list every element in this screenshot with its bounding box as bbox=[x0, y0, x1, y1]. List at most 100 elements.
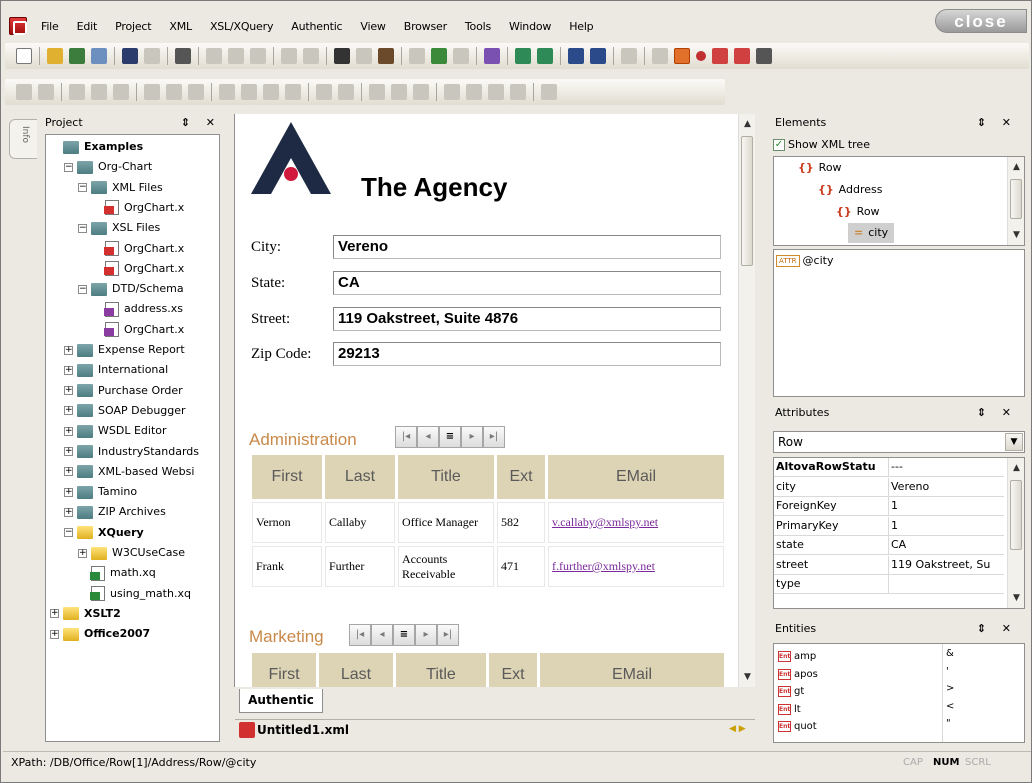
dock-icon[interactable] bbox=[756, 48, 772, 64]
insert-column-icon[interactable] bbox=[219, 84, 235, 100]
tree-item[interactable]: + Purchase Order bbox=[64, 381, 183, 401]
collapse-icon[interactable]: − bbox=[64, 528, 73, 538]
menu-file[interactable]: File bbox=[41, 18, 59, 35]
last-record-icon[interactable]: ▸| bbox=[483, 426, 505, 448]
find-icon[interactable] bbox=[334, 48, 350, 64]
check-wellformed-icon[interactable] bbox=[431, 48, 447, 64]
tree-item[interactable]: + WSDL Editor bbox=[64, 421, 167, 441]
menu-window[interactable]: Window bbox=[509, 18, 551, 35]
menu-browser[interactable]: Browser bbox=[404, 18, 447, 35]
expand-icon[interactable]: + bbox=[64, 487, 73, 497]
tree-item[interactable]: + IndustryStandards bbox=[64, 442, 199, 462]
small-markup-icon[interactable] bbox=[696, 51, 706, 61]
cell-email-link[interactable]: v.callaby@xmlspy.net bbox=[548, 502, 724, 543]
cell-title[interactable]: Office Manager bbox=[398, 502, 494, 543]
show-xml-tree-option[interactable]: ✓ Show XML tree bbox=[773, 138, 870, 151]
first-record-icon[interactable]: |◂ bbox=[349, 624, 371, 646]
transform-icon[interactable] bbox=[515, 48, 531, 64]
cut-icon[interactable] bbox=[206, 48, 222, 64]
prev-record-icon[interactable]: ◂ bbox=[371, 624, 393, 646]
output-window-icon[interactable] bbox=[590, 48, 606, 64]
cell-title[interactable]: Accounts Receivable bbox=[398, 546, 494, 587]
tree-item[interactable]: + Expense Report bbox=[64, 340, 185, 360]
tree-item[interactable]: OrgChart.x bbox=[92, 239, 184, 259]
insert-table-icon[interactable] bbox=[166, 84, 182, 100]
tree-node-address[interactable]: {} Address bbox=[818, 180, 882, 200]
move-row-down-icon[interactable] bbox=[113, 84, 129, 100]
tree-item[interactable]: address.xs bbox=[92, 299, 183, 319]
menu-help[interactable]: Help bbox=[569, 18, 593, 35]
print-icon[interactable] bbox=[175, 48, 191, 64]
close-button[interactable]: close bbox=[935, 9, 1027, 33]
align-left-icon[interactable] bbox=[444, 84, 460, 100]
panel-pin-close-icon[interactable]: ⇕ ✕ bbox=[977, 403, 1017, 423]
attribute-value[interactable]: 1 bbox=[889, 497, 1004, 515]
tree-item[interactable]: math.xq bbox=[78, 563, 156, 583]
entity-row[interactable]: Ent quot bbox=[778, 718, 817, 735]
attribute-row[interactable]: city Vereno bbox=[774, 477, 1004, 497]
table-properties-icon[interactable] bbox=[285, 84, 301, 100]
open-url-icon[interactable] bbox=[69, 48, 85, 64]
city-field[interactable]: Vereno bbox=[333, 235, 721, 259]
expand-icon[interactable]: + bbox=[50, 629, 59, 639]
list-records-icon[interactable]: ≡ bbox=[393, 624, 415, 646]
markup-icon[interactable] bbox=[652, 48, 668, 64]
tree-item[interactable]: using_math.xq bbox=[78, 584, 191, 604]
street-field[interactable]: 119 Oakstreet, Suite 4876 bbox=[333, 307, 721, 331]
expand-icon[interactable]: + bbox=[50, 609, 59, 619]
align-justify-icon[interactable] bbox=[510, 84, 526, 100]
tree-item[interactable]: + Tamino bbox=[64, 482, 137, 502]
tree-item[interactable]: + XSLT2 bbox=[50, 604, 121, 624]
document-scrollbar[interactable]: ▲ ▼ bbox=[738, 114, 755, 687]
last-record-icon[interactable]: ▸| bbox=[437, 624, 459, 646]
tree-node-row-child[interactable]: {} Row bbox=[836, 202, 880, 222]
menu-tools[interactable]: Tools bbox=[465, 18, 491, 35]
tree-item[interactable]: − DTD/Schema bbox=[78, 279, 184, 299]
spellcheck-icon[interactable] bbox=[484, 48, 500, 64]
cell-last[interactable]: Callaby bbox=[325, 502, 395, 543]
tree-item[interactable]: Examples bbox=[50, 137, 143, 157]
zip-field[interactable]: 29213 bbox=[333, 342, 721, 366]
state-field[interactable]: CA bbox=[333, 271, 721, 295]
expand-icon[interactable]: + bbox=[64, 406, 73, 416]
replace-icon[interactable] bbox=[378, 48, 394, 64]
duplicate-row-icon[interactable] bbox=[69, 84, 85, 100]
attribute-value[interactable]: Vereno bbox=[889, 478, 1004, 496]
tree-item[interactable]: − XML Files bbox=[78, 178, 163, 198]
large-markup-icon[interactable] bbox=[712, 48, 728, 64]
chevron-down-icon[interactable]: ▼ bbox=[1005, 433, 1023, 451]
tree-item[interactable]: − XQuery bbox=[64, 523, 144, 543]
tree-item[interactable]: + International bbox=[64, 360, 168, 380]
menu-view[interactable]: View bbox=[360, 18, 386, 35]
menu-project[interactable]: Project bbox=[115, 18, 151, 35]
scroll-down-icon[interactable]: ▼ bbox=[1009, 590, 1024, 606]
app-icon[interactable] bbox=[9, 17, 27, 35]
tree-scrollbar[interactable]: ▲ ▼ bbox=[1007, 157, 1024, 245]
expand-icon[interactable]: + bbox=[64, 507, 73, 517]
append-row-icon[interactable] bbox=[16, 84, 32, 100]
new-file-icon[interactable] bbox=[16, 48, 32, 64]
scroll-up-icon[interactable]: ▲ bbox=[740, 116, 755, 132]
scroll-up-icon[interactable]: ▲ bbox=[1009, 460, 1024, 476]
cell-ext[interactable]: 471 bbox=[497, 546, 545, 587]
panel-pin-close-icon[interactable]: ⇕ ✕ bbox=[977, 113, 1017, 133]
entity-row[interactable]: Ent lt bbox=[778, 701, 801, 718]
attribute-row[interactable]: AltovaRowStatu --- bbox=[774, 458, 1004, 477]
tree-item[interactable]: + SOAP Debugger bbox=[64, 401, 186, 421]
tree-item[interactable]: + XML-based Websi bbox=[64, 462, 194, 482]
scroll-thumb[interactable] bbox=[1010, 480, 1022, 550]
tree-node-city[interactable]: = city bbox=[848, 223, 895, 243]
expand-icon[interactable]: + bbox=[64, 467, 73, 477]
menu-authentic[interactable]: Authentic bbox=[291, 18, 342, 35]
tree-node-row[interactable]: {} Row bbox=[798, 158, 842, 178]
show-xml-tree-checkbox[interactable]: ✓ bbox=[773, 138, 785, 151]
delete-column-icon[interactable] bbox=[263, 84, 279, 100]
attribute-row[interactable]: ForeignKey 1 bbox=[774, 497, 1004, 516]
toggle-icon[interactable] bbox=[453, 48, 469, 64]
tree-item[interactable]: OrgChart.x bbox=[92, 259, 184, 279]
tree-item[interactable]: + Office2007 bbox=[50, 624, 150, 644]
join-cell-left-icon[interactable] bbox=[316, 84, 332, 100]
panel-pin-close-icon[interactable]: ⇕ ✕ bbox=[181, 113, 221, 133]
expand-icon[interactable]: + bbox=[64, 345, 73, 355]
insert-row-icon[interactable] bbox=[38, 84, 54, 100]
